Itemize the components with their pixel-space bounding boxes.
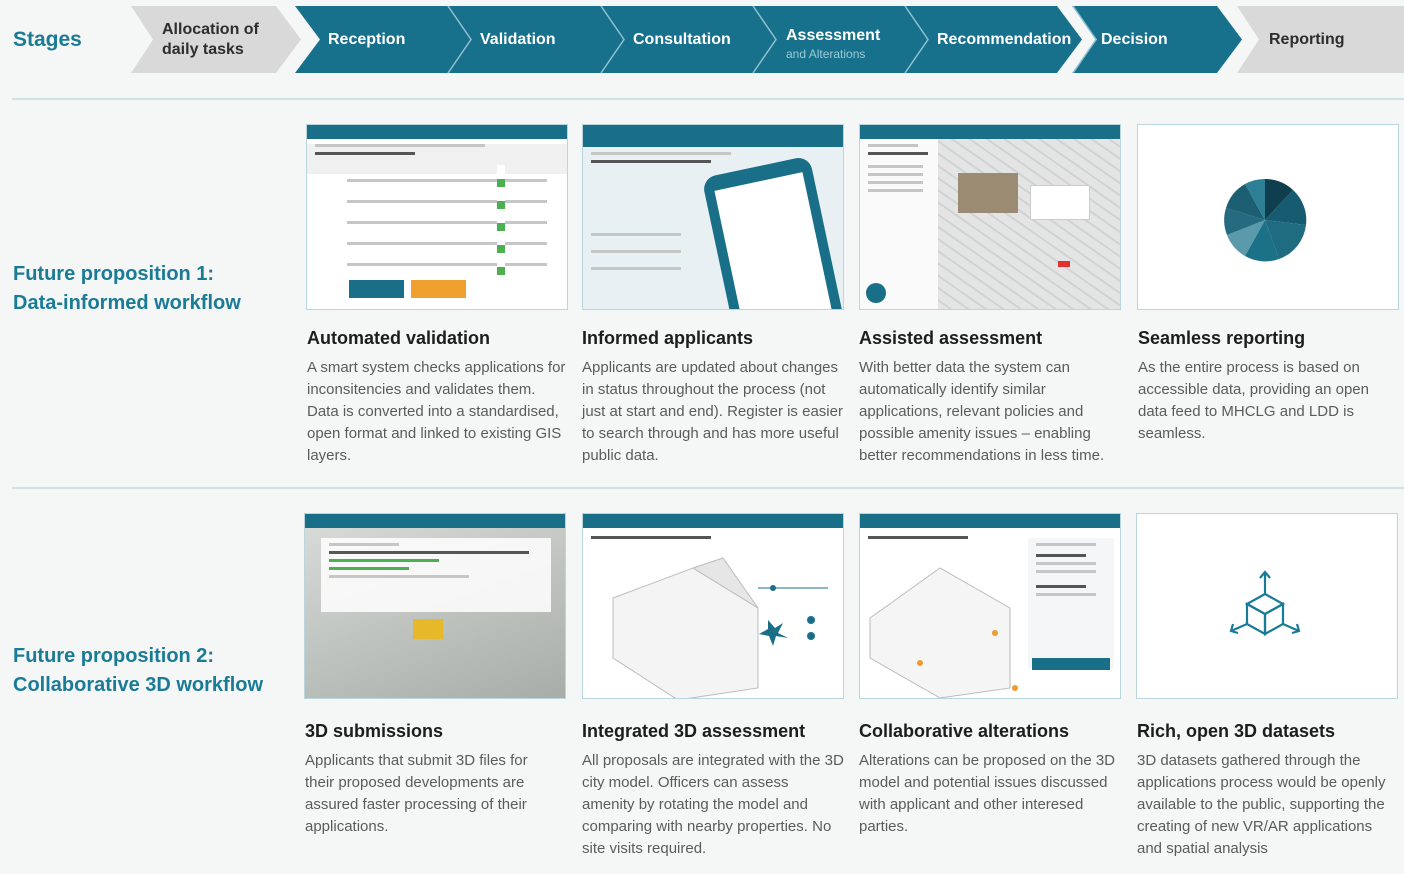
stage-label: Consultation	[633, 30, 731, 48]
proposition-title-line2: Collaborative 3D workflow	[13, 674, 264, 696]
stage-recommendation: Recommendation	[904, 6, 1082, 73]
assisted-assessment-screenshot	[859, 124, 1121, 310]
card-description: A smart system checks applications for i…	[307, 359, 566, 464]
card-title: Seamless reporting	[1138, 328, 1306, 348]
integrated-3d-assessment-screenshot	[582, 513, 844, 699]
stage-reporting: Reporting	[1237, 6, 1404, 73]
proposition-2-title: Future proposition 2: Collaborative 3D w…	[13, 642, 263, 700]
stage-label: Reporting	[1269, 30, 1345, 48]
stage-label: Reception	[328, 30, 406, 48]
card-title: Automated validation	[307, 328, 491, 348]
stage-label: Allocation of	[162, 20, 259, 38]
stages-label: Stages	[13, 28, 82, 51]
card-description: Applicants are updated about changes in …	[582, 359, 843, 464]
proposition-title-line2: Data-informed workflow	[13, 292, 241, 314]
stages-bar: Allocation of daily tasks Reception Vali…	[131, 6, 1404, 73]
stage-label-line2: daily tasks	[162, 40, 244, 58]
card-description: As the entire process is based on access…	[1138, 359, 1369, 442]
3d-submissions-screenshot	[304, 513, 566, 699]
card-description: Alterations can be proposed on the 3D mo…	[859, 752, 1116, 835]
card-title: Collaborative alterations	[859, 721, 1070, 741]
card-title: 3D submissions	[305, 721, 444, 741]
collaborative-alterations-screenshot	[859, 513, 1121, 699]
stage-decision: Decision	[1072, 6, 1242, 73]
stage-label: Decision	[1101, 30, 1168, 48]
stage-label: Assessment	[786, 26, 881, 44]
card-description: 3D datasets gathered through the applica…	[1137, 752, 1386, 857]
divider	[12, 98, 1404, 100]
card-description: Applicants that submit 3D files for thei…	[305, 752, 528, 835]
automated-validation-screenshot	[306, 124, 568, 310]
card-description: All proposals are integrated with the 3D…	[582, 752, 844, 857]
stage-allocation: Allocation of daily tasks	[131, 6, 301, 73]
proposition-title-line1: Future proposition 2:	[13, 645, 215, 667]
divider	[12, 487, 1404, 489]
rich-3d-datasets-image	[1136, 513, 1398, 699]
card-title: Integrated 3D assessment	[582, 721, 806, 741]
stage-sublabel: and Alterations	[786, 46, 866, 61]
card-title: Informed applicants	[582, 328, 754, 348]
proposition-1-title: Future proposition 1: Data-informed work…	[13, 260, 241, 318]
card-description: With better data the system can automati…	[859, 359, 1105, 464]
seamless-reporting-image	[1137, 124, 1399, 310]
card-title: Rich, open 3D datasets	[1137, 721, 1336, 741]
pie-chart-icon	[1224, 178, 1307, 262]
3d-cube-icon	[1229, 570, 1301, 636]
stage-label: Validation	[480, 30, 556, 48]
card-title: Assisted assessment	[859, 328, 1043, 348]
stage-label: Recommendation	[937, 30, 1072, 48]
informed-applicants-screenshot	[582, 124, 844, 310]
proposition-title-line1: Future proposition 1:	[13, 263, 215, 285]
